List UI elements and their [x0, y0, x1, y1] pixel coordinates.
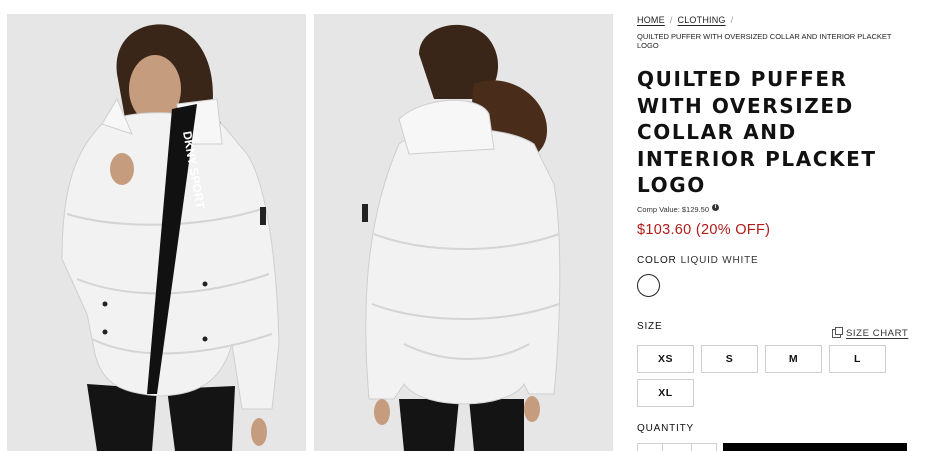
- info-icon[interactable]: i: [712, 204, 719, 211]
- color-label: COLOR: [637, 255, 677, 266]
- size-chart-icon: [832, 327, 843, 338]
- size-option-xs[interactable]: XS: [637, 345, 694, 373]
- front-jacket-illustration: DKNY SPORT: [7, 14, 306, 451]
- comp-value-text: Comp Value: $129.50: [637, 205, 709, 214]
- comp-value: Comp Value: $129.50 i: [637, 204, 719, 214]
- color-swatch-liquid-white[interactable]: [637, 274, 660, 297]
- quantity-decrement-button[interactable]: [637, 443, 663, 451]
- size-chart-link[interactable]: SIZE CHART: [832, 327, 909, 339]
- sale-price: $103.60 (20% OFF): [637, 222, 771, 238]
- quantity-input[interactable]: [662, 443, 692, 451]
- breadcrumb: HOME / CLOTHING /: [637, 15, 738, 25]
- quantity-label: QUANTITY: [637, 423, 694, 434]
- breadcrumb-home-link[interactable]: HOME: [637, 15, 665, 25]
- quantity-increment-button[interactable]: [691, 443, 717, 451]
- product-image-front[interactable]: DKNY SPORT: [7, 14, 306, 451]
- product-image-back[interactable]: [314, 14, 613, 451]
- color-value: LIQUID WHITE: [680, 255, 759, 266]
- product-title: QUILTED PUFFER WITH OVERSIZED COLLAR AND…: [637, 67, 877, 197]
- size-label: SIZE: [637, 321, 663, 332]
- back-jacket-illustration: [314, 14, 613, 451]
- size-chart-label: SIZE CHART: [846, 328, 909, 339]
- breadcrumb-separator: /: [669, 15, 673, 25]
- breadcrumb-current: QUILTED PUFFER WITH OVERSIZED COLLAR AND…: [637, 32, 892, 50]
- color-selector-label: COLOR LIQUID WHITE: [637, 255, 759, 266]
- size-option-m[interactable]: M: [765, 345, 822, 373]
- size-option-s[interactable]: S: [701, 345, 758, 373]
- size-option-l[interactable]: L: [829, 345, 886, 373]
- size-option-xl[interactable]: XL: [637, 379, 694, 407]
- breadcrumb-clothing-link[interactable]: CLOTHING: [678, 15, 726, 25]
- breadcrumb-separator: /: [730, 15, 734, 25]
- add-to-bag-button[interactable]: [723, 443, 907, 451]
